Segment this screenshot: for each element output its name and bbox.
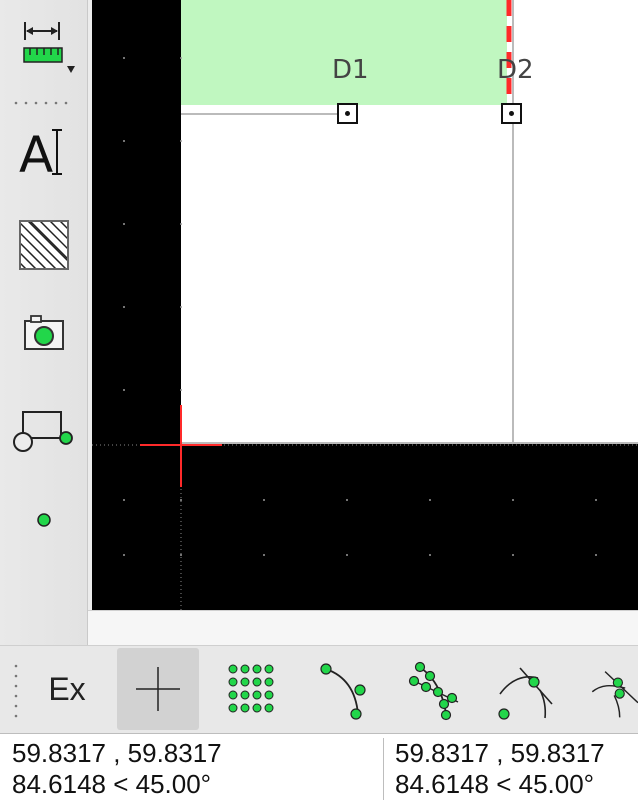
absolute-cartesian-coordinate: 59.8317 , 59.8317 [12,738,222,768]
grid-dot [123,554,125,556]
grid-dot [180,554,182,556]
snap-toolbar: Ex [0,645,638,733]
grid-dot [595,554,597,556]
grid-dot [512,554,514,556]
snap-intersection-button[interactable] [574,648,638,730]
absolute-polar-coordinate: 84.6148 < 45.00° [12,769,212,799]
snap-center-button[interactable] [484,648,566,730]
point-tool-button[interactable] [10,490,78,550]
status-divider [383,738,384,800]
grid-dot [180,140,182,142]
point-icon [37,513,51,527]
snap-on-entity-button[interactable] [392,648,474,730]
snap-free-button[interactable] [117,648,199,730]
text-tool-button[interactable]: A [10,118,78,184]
highlight-region [181,0,507,105]
grid-dot [123,223,125,225]
snap-grid-button[interactable] [208,648,290,730]
grid-dot [180,306,182,308]
grip-marker-d1[interactable] [337,103,358,124]
camera-icon [24,315,64,350]
canvas-bottom-strip [88,610,638,646]
hatch-tool-button[interactable] [10,212,78,278]
on-entity-icon [408,661,459,721]
snap-exclusive-label: Ex [48,670,86,707]
intersection-icon [591,671,638,718]
left-toolbar: A [0,0,88,645]
drawing-canvas[interactable]: D1 D2 [92,0,638,610]
center-icon [498,667,553,720]
relative-cartesian-coordinate: 59.8317 , 59.8317 [395,738,605,768]
grid-dot [123,140,125,142]
grid-dot [263,554,265,556]
grid-dot [512,499,514,501]
text-cursor-icon: A [19,126,62,182]
dimension-tool-button[interactable] [10,12,78,78]
grid-dot [180,57,182,59]
grid-dot [429,499,431,501]
grid-dot [346,554,348,556]
grip-marker-d2[interactable] [501,103,522,124]
grid-dot [123,389,125,391]
grid-dot [180,389,182,391]
snap-exclusive-button[interactable]: Ex [26,648,108,730]
hatch-pattern-icon [19,220,69,270]
grid-dot [123,57,125,59]
text-tool-glyph: A [19,126,53,182]
grid-dot [595,499,597,501]
grid-dot [263,499,265,501]
grid-dot [123,499,125,501]
label-d1: D1 [332,55,369,85]
snap-endpoints-button[interactable] [302,648,384,730]
ruler-dimension-icon [23,22,75,73]
grid-points-icon [228,664,274,713]
grid-dot [429,554,431,556]
toolbar-grip-icon[interactable] [12,662,20,720]
grid-dot [123,306,125,308]
block-tool-button[interactable] [10,398,78,464]
relative-polar-coordinate: 84.6148 < 45.00° [395,769,595,799]
label-d2: D2 [497,55,534,85]
grid-dot [346,499,348,501]
grid-dot [180,223,182,225]
image-tool-button[interactable] [10,300,78,366]
crosshair-icon [136,667,180,711]
drawing-surface[interactable]: D1 D2 [92,0,638,610]
grid-dot [180,499,182,501]
toolbar-grip-icon[interactable] [12,99,72,107]
endpoints-icon [320,663,366,720]
block-insert-icon [13,411,73,452]
